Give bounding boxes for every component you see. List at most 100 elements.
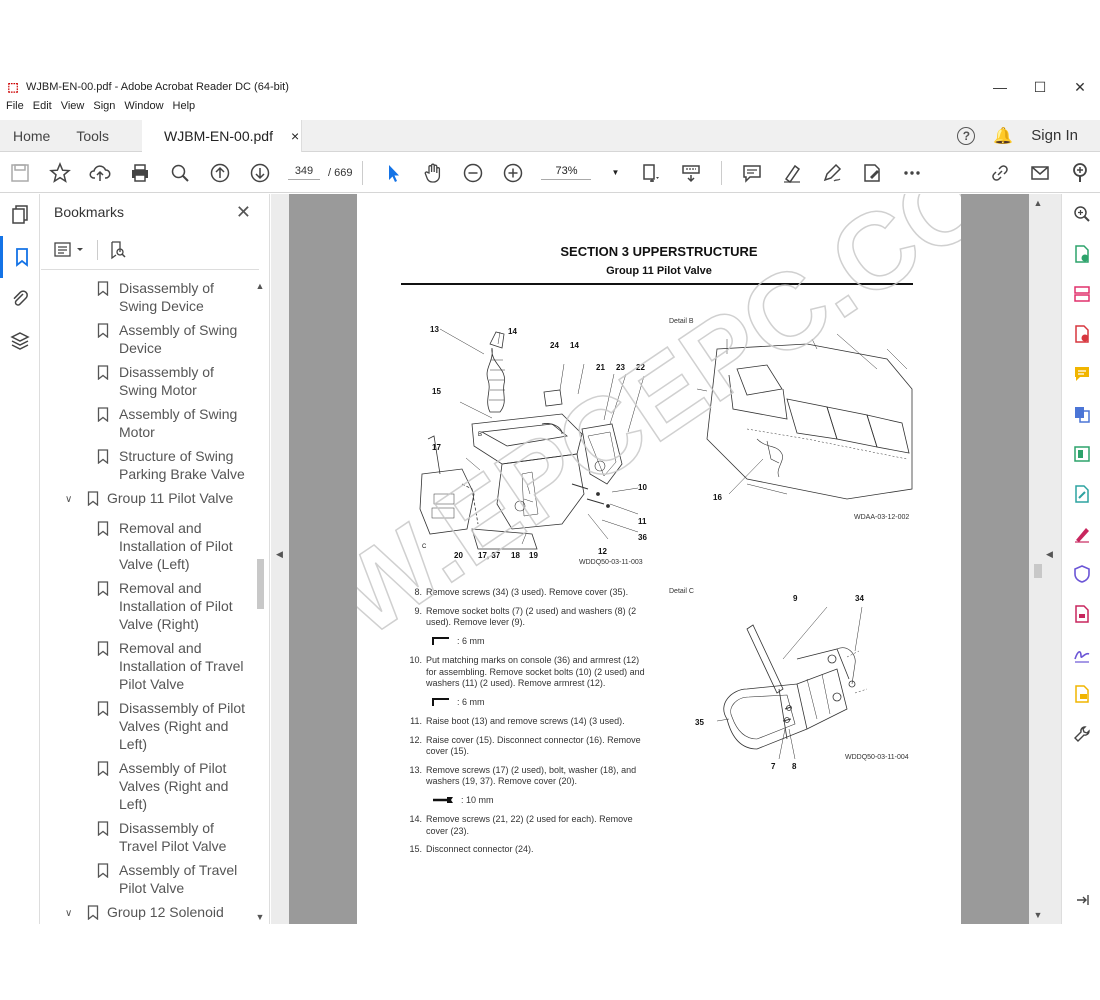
bookmark-item[interactable]: Disassembly of Travel Pilot Valve (41, 819, 253, 855)
send-for-comments-button[interactable] (1062, 674, 1100, 714)
combine-files-icon (1074, 407, 1090, 423)
bookmark-item[interactable]: Assembly of Swing Device (41, 321, 253, 357)
scroll-mode-button[interactable] (671, 153, 711, 193)
bookmark-star-button[interactable] (40, 153, 80, 193)
sign-in-button[interactable]: Sign In (1031, 127, 1078, 144)
email-button[interactable] (1020, 153, 1060, 193)
more-tools-wrench-button[interactable] (1062, 714, 1100, 754)
menu-edit[interactable]: Edit (33, 100, 52, 118)
menu-help[interactable]: Help (173, 100, 196, 118)
scroll-up-icon[interactable]: ▲ (1031, 198, 1045, 208)
scroll-thumb[interactable] (1034, 564, 1042, 578)
comment-button[interactable] (732, 153, 772, 193)
upload-button[interactable] (80, 153, 120, 193)
compress-button[interactable] (1062, 434, 1100, 474)
fit-page-button[interactable] (631, 153, 671, 193)
detail-c-figure: 9 34 35 7 8 (695, 594, 868, 771)
menu-file[interactable]: File (6, 100, 24, 118)
help-icon[interactable]: ? (957, 126, 976, 145)
zoom-in-button[interactable] (493, 153, 533, 193)
tab-home[interactable]: Home (0, 128, 63, 144)
collapse-left-panel-icon[interactable]: ◀ (276, 549, 283, 560)
bookmark-item[interactable]: Disassembly of Pilot Valves (Right and L… (41, 699, 253, 753)
select-tool-button[interactable] (373, 153, 413, 193)
layers-button[interactable] (0, 320, 40, 362)
print-button[interactable] (120, 153, 160, 193)
bookmark-item[interactable]: Structure of Swing Parking Brake Valve (41, 447, 253, 483)
menu-window[interactable]: Window (124, 100, 163, 118)
bookmark-item[interactable]: Removal and Installation of Pilot Valve … (41, 519, 253, 573)
bookmark-icon (97, 365, 109, 380)
scroll-up-icon[interactable]: ▲ (253, 281, 267, 291)
menu-sign[interactable]: Sign (93, 100, 115, 118)
chevron-down-icon[interactable]: ∨ (65, 491, 79, 509)
prepare-form-button[interactable] (1062, 594, 1100, 634)
request-signature-button[interactable] (1062, 634, 1100, 674)
bell-icon[interactable]: 🔔 (993, 126, 1013, 146)
chevron-down-icon[interactable]: ∨ (65, 905, 79, 923)
bookmark-list: Disassembly of Swing Device Assembly of S… (41, 279, 253, 924)
zoom-value[interactable]: 73% (541, 165, 592, 180)
bookmark-item[interactable]: Assembly of Travel Pilot Valve (41, 861, 253, 897)
figure-caption: WDAA-03-12-002 (854, 514, 910, 521)
find-bookmark-icon[interactable] (108, 240, 128, 260)
fill-sign-button[interactable] (852, 153, 892, 193)
figure-callout: 13 (430, 325, 439, 334)
scroll-down-icon[interactable]: ▼ (1031, 910, 1045, 920)
page-number-input[interactable]: 349 (288, 165, 320, 180)
zoom-out-button[interactable] (453, 153, 493, 193)
export-pdf-button[interactable] (1062, 234, 1100, 274)
bookmark-group-item[interactable]: ∨ Group 12 Solenoid (41, 903, 253, 923)
close-icon[interactable]: ✕ (236, 202, 251, 223)
create-pdf-button[interactable] (1062, 314, 1100, 354)
bookmark-item[interactable]: Assembly of Pilot Valves (Right and Left… (41, 759, 253, 813)
tab-tools[interactable]: Tools (63, 128, 122, 144)
fill-sign-tool-button[interactable] (1062, 514, 1100, 554)
protect-button[interactable] (1062, 554, 1100, 594)
maximize-button[interactable]: ☐ (1020, 79, 1060, 96)
combine-files-button[interactable] (1062, 394, 1100, 434)
more-tools-button[interactable] (892, 153, 932, 193)
close-tab-icon[interactable]: × (291, 128, 299, 144)
highlight-button[interactable] (772, 153, 812, 193)
bookmarks-panel-button[interactable] (0, 236, 40, 278)
attachments-button[interactable] (0, 278, 40, 320)
save-button[interactable] (0, 153, 40, 193)
zoom-dropdown[interactable]: 73% ▼ (541, 165, 619, 180)
menu-view[interactable]: View (61, 100, 85, 118)
page-thumbnails-button[interactable] (0, 194, 40, 236)
scroll-down-icon[interactable]: ▼ (253, 912, 267, 922)
next-page-button[interactable] (240, 153, 280, 193)
document-scrollbar[interactable]: ▲ ▼ (1031, 194, 1045, 924)
bookmark-item[interactable]: Removal and Installation of Travel Pilot… (41, 639, 253, 693)
procedure-step: 14. Remove screws (21, 22) (2 used for ea… (407, 814, 647, 837)
bookmark-options-icon[interactable] (53, 240, 87, 260)
draw-button[interactable] (812, 153, 852, 193)
edit-pdf-button[interactable] (1062, 474, 1100, 514)
user-search-icon (1073, 162, 1087, 182)
close-window-button[interactable]: ✕ (1060, 79, 1100, 96)
comment-tool-button[interactable] (1062, 354, 1100, 394)
bookmark-item[interactable]: Removal and Installation of Pilot Valve … (41, 579, 253, 633)
search-tool-button[interactable] (1062, 194, 1100, 234)
search-user-button[interactable] (1060, 153, 1100, 193)
figure-callout: 10 (638, 483, 647, 492)
find-button[interactable] (160, 153, 200, 193)
bookmark-group-item[interactable]: ∨ Group 11 Pilot Valve (41, 489, 253, 509)
organize-pages-button[interactable] (1062, 274, 1100, 314)
figure-callout: 19 (529, 551, 538, 560)
bookmark-item[interactable]: Disassembly of Swing Device (41, 279, 253, 315)
tab-document[interactable]: WJBM-EN-00.pdf × (142, 119, 303, 152)
hand-tool-button[interactable] (413, 153, 453, 193)
save-icon (11, 163, 29, 182)
collapse-right-panel-icon[interactable]: ◀ (1046, 549, 1053, 560)
bookmark-item[interactable]: Disassembly of Swing Motor (41, 363, 253, 399)
bookmarks-scrollbar[interactable]: ▲ ▼ (253, 279, 267, 924)
bookmark-item[interactable]: Assembly of Swing Motor (41, 405, 253, 441)
previous-page-button[interactable] (200, 153, 240, 193)
scroll-thumb[interactable] (257, 559, 264, 609)
minimize-button[interactable]: — (980, 79, 1020, 95)
expand-panel-button[interactable] (1062, 880, 1100, 920)
share-link-button[interactable] (980, 153, 1020, 193)
acrobat-window: ⬚ WJBM-EN-00.pdf - Adobe Acrobat Reader … (0, 76, 1100, 924)
